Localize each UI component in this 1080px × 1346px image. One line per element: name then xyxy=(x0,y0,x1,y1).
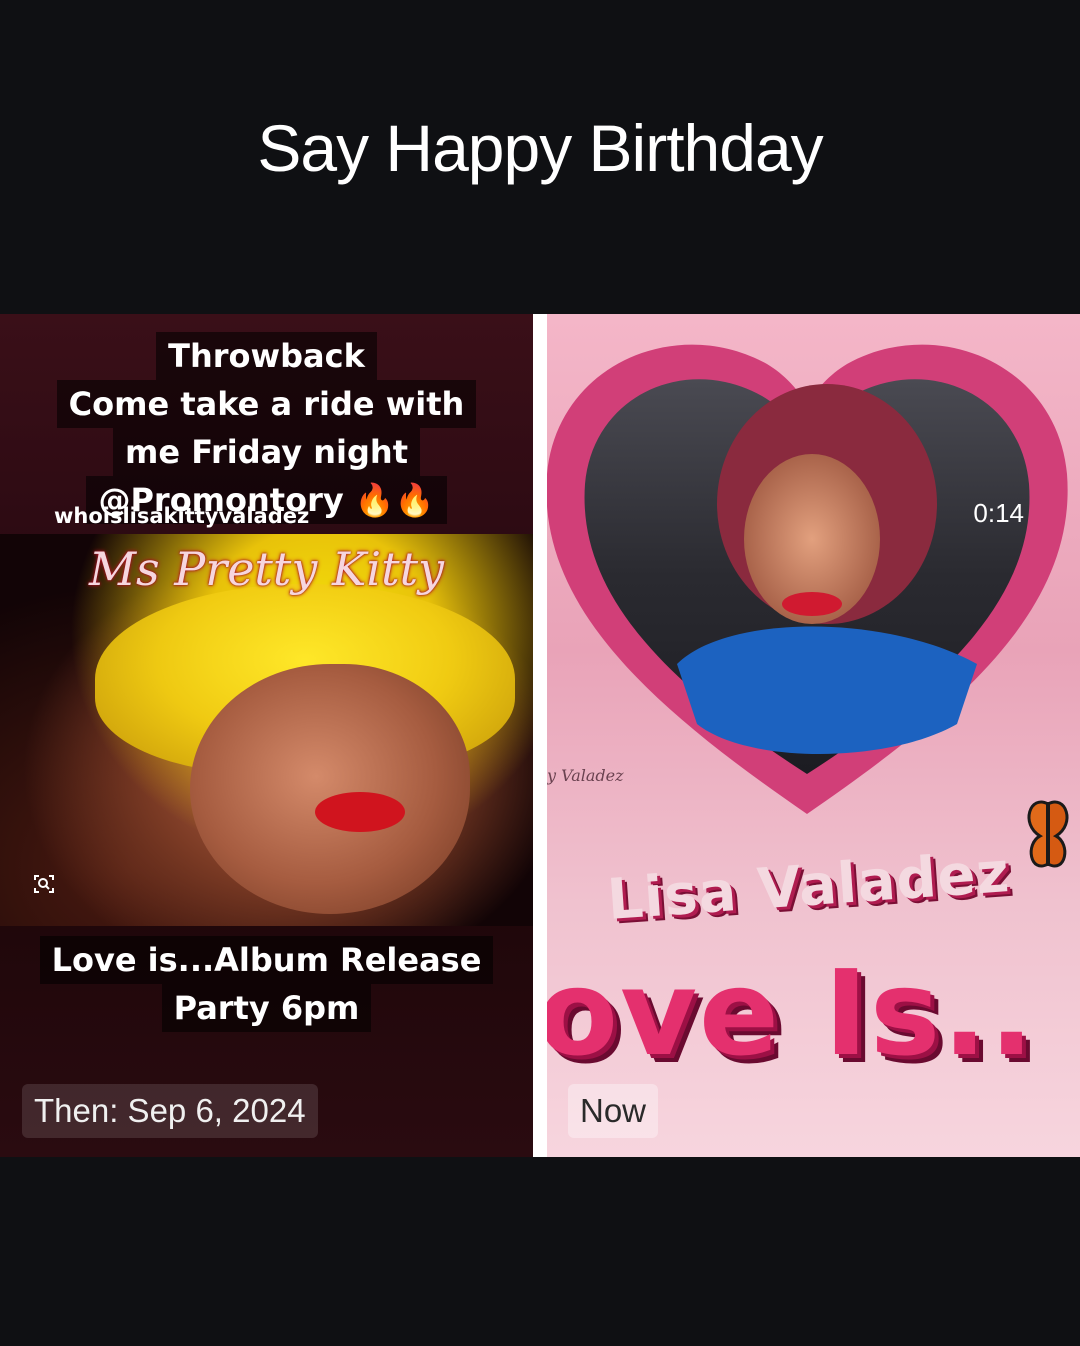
now-caption: Now xyxy=(568,1084,659,1138)
flyer-line: me Friday night xyxy=(113,428,420,476)
flyer-bottom-text: Love is...Album Release Party 6pm xyxy=(0,936,533,1032)
heart-frame xyxy=(547,344,1068,814)
lips-shape xyxy=(315,792,405,832)
flyer-line: Come take a ride with xyxy=(56,380,477,428)
then-panel[interactable]: Throwback Come take a ride with me Frida… xyxy=(0,314,533,1157)
artist-name: Lisa Valadez xyxy=(605,840,1012,933)
headline: Say Happy Birthday xyxy=(257,111,823,185)
then-caption: Then: Sep 6, 2024 xyxy=(22,1084,318,1138)
signature-mark: y Valadez xyxy=(547,766,624,785)
script-title: Ms Pretty Kitty xyxy=(88,542,445,596)
now-panel[interactable]: 0:14 y Valadez Lisa Valadez ove Is.. Now xyxy=(547,314,1080,1157)
visual-search-icon[interactable] xyxy=(32,872,56,896)
flyer-line: Throwback xyxy=(156,332,377,380)
flyer-line: Love is...Album Release xyxy=(39,936,494,984)
flyer-top-text: Throwback Come take a ride with me Frida… xyxy=(0,332,533,524)
then-now-collage: Throwback Come take a ride with me Frida… xyxy=(0,314,1080,1157)
video-timer: 0:14 xyxy=(973,498,1024,528)
butterfly-icon xyxy=(1027,800,1069,868)
account-watermark: whoislisakittyvaladez xyxy=(54,504,310,528)
face-shape xyxy=(190,664,470,914)
page: Say Happy Birthday Throwback Come take a… xyxy=(0,0,1080,1346)
flyer-line: Party 6pm xyxy=(161,984,372,1032)
album-title: ove Is.. xyxy=(547,944,1036,1082)
